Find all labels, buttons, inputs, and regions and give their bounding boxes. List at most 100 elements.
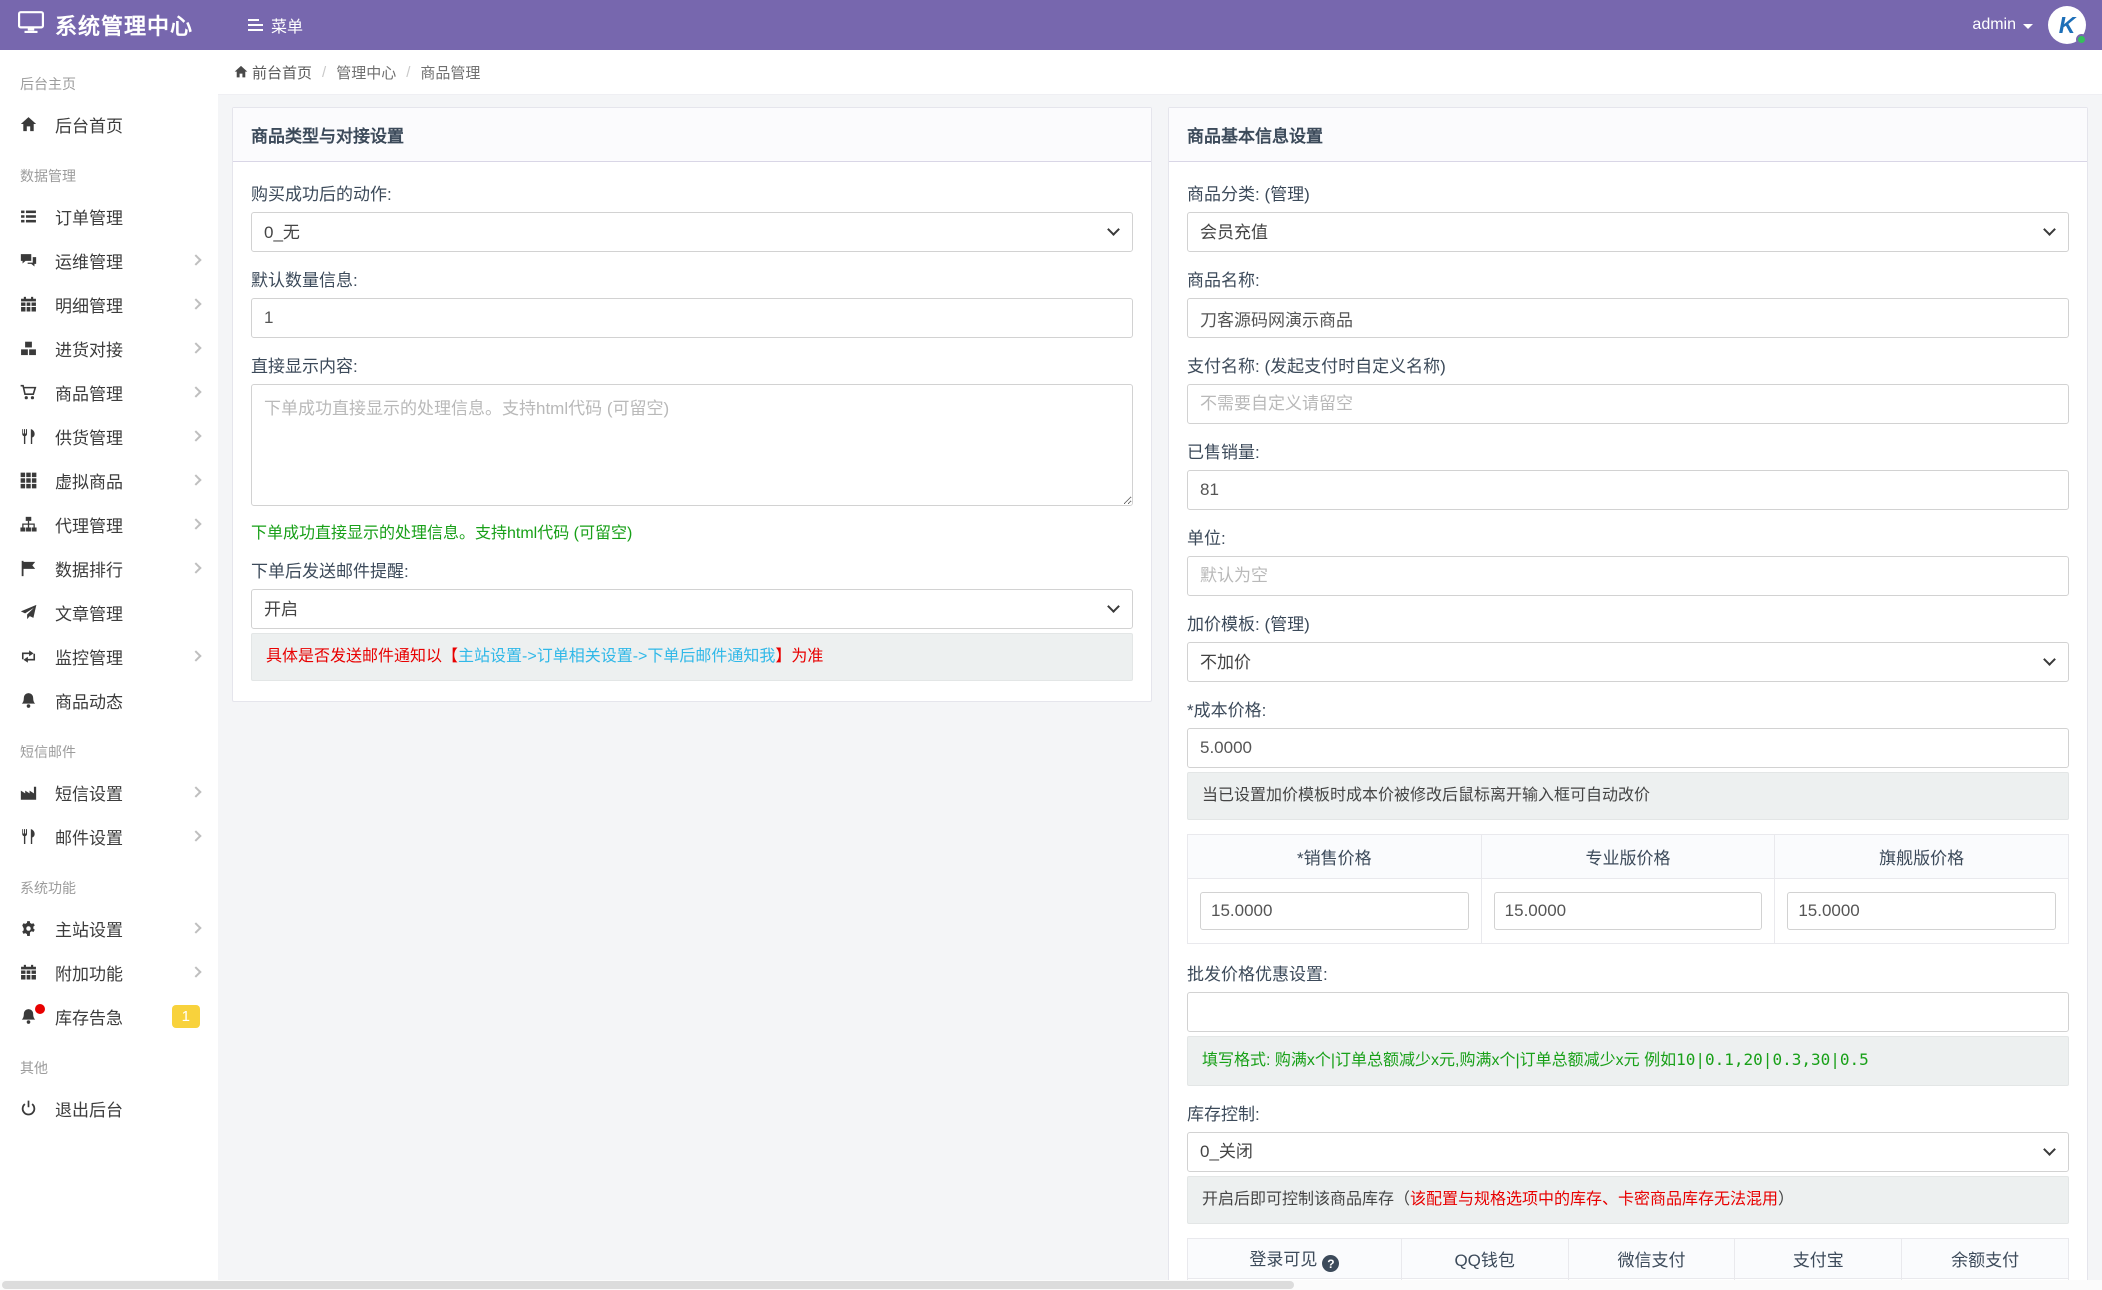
- sidebar-item[interactable]: 后台首页: [0, 102, 218, 146]
- home-icon: [234, 65, 248, 79]
- stock-control-select[interactable]: 0_关闭: [1187, 1132, 2069, 1172]
- sidebar-item[interactable]: 文章管理: [0, 590, 218, 634]
- sidebar-item[interactable]: 监控管理: [0, 634, 218, 678]
- sidebar: 后台主页后台首页数据管理订单管理运维管理明细管理进货对接商品管理供货管理虚拟商品…: [0, 50, 218, 1290]
- grid-icon: [20, 472, 40, 489]
- unit-input[interactable]: [1187, 556, 2069, 596]
- sidebar-item-label: 附加功能: [55, 960, 192, 985]
- menu-toggle-button[interactable]: 菜单: [248, 13, 303, 37]
- app-brand[interactable]: 系统管理中心: [0, 9, 218, 41]
- sidebar-item[interactable]: 商品动态: [0, 678, 218, 722]
- horizontal-scrollbar[interactable]: [0, 1280, 2102, 1290]
- chevron-right-icon: [190, 562, 201, 573]
- sidebar-item[interactable]: 邮件设置: [0, 814, 218, 858]
- mail-remind-select[interactable]: 开启: [251, 589, 1133, 629]
- user-dropdown[interactable]: admin: [1972, 16, 2033, 34]
- sidebar-item[interactable]: 主站设置: [0, 906, 218, 950]
- sidebar-item[interactable]: 供货管理: [0, 414, 218, 458]
- sidebar-item[interactable]: 短信设置: [0, 770, 218, 814]
- sidebar-item[interactable]: 商品管理: [0, 370, 218, 414]
- avatar[interactable]: K: [2048, 6, 2086, 44]
- top-navbar: 系统管理中心 菜单 admin K: [0, 0, 2102, 50]
- sidebar-item-label: 短信设置: [55, 780, 192, 805]
- price-table: *销售价格专业版价格旗舰版价格: [1187, 834, 2069, 944]
- chevron-right-icon: [190, 922, 201, 933]
- category-select[interactable]: 会员充值: [1187, 212, 2069, 252]
- app-title: 系统管理中心: [55, 9, 193, 41]
- sidebar-item[interactable]: 代理管理: [0, 502, 218, 546]
- chevron-right-icon: [190, 298, 201, 309]
- sold-count-label: 已售销量:: [1187, 438, 2069, 463]
- action-select[interactable]: 0_无: [251, 212, 1133, 252]
- factory-icon: [20, 784, 40, 801]
- mail-note-link[interactable]: 主站设置->订单相关设置->下单后邮件通知我: [458, 648, 775, 665]
- sidebar-item[interactable]: 退出后台: [0, 1086, 218, 1130]
- breadcrumb-home[interactable]: 前台首页: [234, 62, 312, 83]
- breadcrumb-separator: /: [406, 64, 410, 81]
- sidebar-item-label: 代理管理: [55, 512, 192, 537]
- sidebar-item-label: 库存告急: [55, 1004, 160, 1029]
- price-column-header: 旗舰版价格: [1775, 835, 2069, 879]
- send-icon: [20, 604, 40, 621]
- monitor-icon: [18, 11, 44, 40]
- sidebar-item-label: 商品动态: [55, 688, 200, 713]
- sidebar-item[interactable]: 数据排行: [0, 546, 218, 590]
- chevron-right-icon: [190, 342, 201, 353]
- chevron-right-icon: [190, 830, 201, 841]
- sidebar-section-header: 短信邮件: [0, 722, 218, 770]
- pay-column-header: 支付宝: [1735, 1239, 1902, 1279]
- qty-input[interactable]: [251, 298, 1133, 338]
- content-help-text: 下单成功直接显示的处理信息。支持html代码 (可留空): [251, 519, 1133, 543]
- sidebar-item[interactable]: 订单管理: [0, 194, 218, 238]
- content-textarea[interactable]: [251, 384, 1133, 506]
- sitemap-icon: [20, 516, 40, 533]
- chevron-right-icon: [190, 966, 201, 977]
- sidebar-item[interactable]: 附加功能: [0, 950, 218, 994]
- hamburger-icon: [248, 19, 263, 31]
- wholesale-label: 批发价格优惠设置:: [1187, 960, 2069, 985]
- product-name-input[interactable]: [1187, 298, 2069, 338]
- breadcrumb-item-current: 商品管理: [420, 62, 480, 83]
- cost-price-input[interactable]: [1187, 728, 2069, 768]
- pay-name-label: 支付名称: (发起支付时自定义名称): [1187, 352, 2069, 377]
- chevron-right-icon: [190, 786, 201, 797]
- card-title: 商品类型与对接设置: [233, 108, 1151, 162]
- wholesale-input[interactable]: [1187, 992, 2069, 1032]
- chevron-right-icon: [190, 474, 201, 485]
- scrollbar-thumb[interactable]: [2, 1281, 1294, 1289]
- breadcrumb-separator: /: [322, 64, 326, 81]
- sidebar-item-label: 进货对接: [55, 336, 192, 361]
- cart-icon: [20, 384, 40, 401]
- pay-column-header: QQ钱包: [1401, 1239, 1568, 1279]
- sidebar-item-label: 订单管理: [55, 204, 200, 229]
- online-status-dot: [2076, 34, 2087, 45]
- price-input[interactable]: [1494, 892, 1763, 930]
- cutlery-icon: [20, 428, 40, 445]
- pay-column-header: 登录可见?: [1188, 1239, 1402, 1279]
- price-column-header: *销售价格: [1188, 835, 1482, 879]
- card-title: 商品基本信息设置: [1169, 108, 2087, 162]
- sidebar-section-header: 数据管理: [0, 146, 218, 194]
- sidebar-item[interactable]: 库存告急1: [0, 994, 218, 1038]
- category-label: 商品分类: (管理): [1187, 180, 2069, 205]
- sidebar-item-label: 邮件设置: [55, 824, 192, 849]
- power-icon: [20, 1100, 40, 1117]
- sold-count-input[interactable]: [1187, 470, 2069, 510]
- pay-name-input[interactable]: [1187, 384, 2069, 424]
- sidebar-item[interactable]: 虚拟商品: [0, 458, 218, 502]
- price-input[interactable]: [1787, 892, 2056, 930]
- home-icon: [20, 116, 40, 133]
- price-input[interactable]: [1200, 892, 1469, 930]
- sidebar-item[interactable]: 明细管理: [0, 282, 218, 326]
- cost-price-label: *成本价格:: [1187, 696, 2069, 721]
- comments-icon: [20, 252, 40, 269]
- sidebar-item[interactable]: 运维管理: [0, 238, 218, 282]
- sidebar-item-label: 运维管理: [55, 248, 192, 273]
- markup-template-select[interactable]: 不加价: [1187, 642, 2069, 682]
- sidebar-item-label: 供货管理: [55, 424, 192, 449]
- flag-icon: [20, 560, 40, 577]
- question-circle-icon[interactable]: ?: [1322, 1255, 1339, 1272]
- sidebar-item[interactable]: 进货对接: [0, 326, 218, 370]
- breadcrumb-item-center[interactable]: 管理中心: [336, 62, 396, 83]
- sidebar-item-label: 明细管理: [55, 292, 192, 317]
